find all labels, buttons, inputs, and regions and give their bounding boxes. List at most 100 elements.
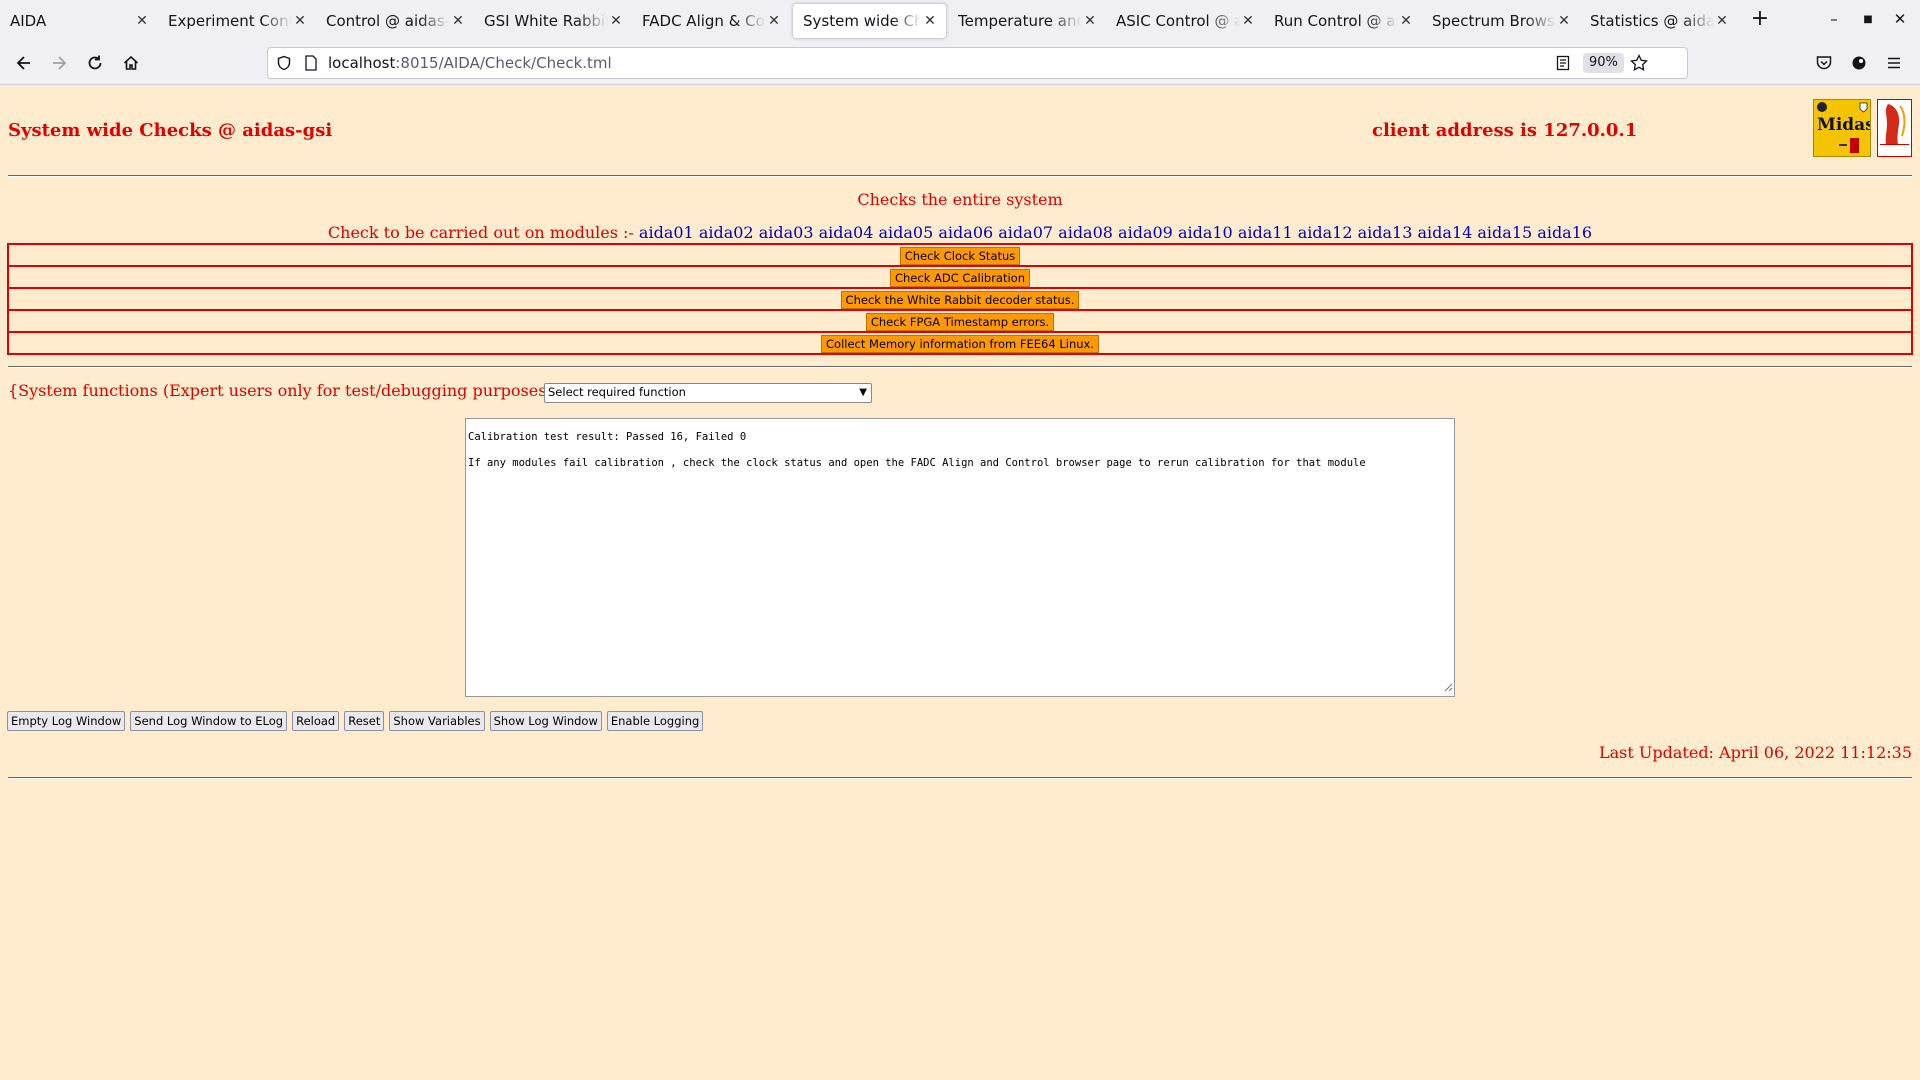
module-link-aida09[interactable]: aida09 [1118,223,1173,242]
close-icon[interactable]: ✕ [608,13,624,29]
enable-logging-button[interactable]: Enable Logging [606,711,704,731]
close-icon[interactable]: ✕ [292,13,308,29]
show-log-window-button[interactable]: Show Log Window [489,711,602,731]
log-line: Calibration test result: Passed 16, Fail… [468,431,747,443]
close-icon[interactable]: ✕ [1240,13,1256,29]
close-icon[interactable]: ✕ [1398,13,1414,29]
url-text[interactable]: localhost:8015/AIDA/Check/Check.tml [328,54,612,72]
check-adc-calibration-button[interactable]: Check ADC Calibration [889,269,1030,287]
module-link-aida06[interactable]: aida06 [938,223,993,242]
reset-button[interactable]: Reset [344,711,385,731]
tab-temperature[interactable]: Temperature and st✕ [948,3,1106,39]
resize-handle-icon[interactable] [1443,682,1453,695]
close-icon[interactable]: ✕ [1082,13,1098,29]
tab-label: Control @ aidas-gsi [326,12,450,30]
page-icon[interactable] [304,55,318,75]
module-link-aida05[interactable]: aida05 [878,223,933,242]
module-link-aida07[interactable]: aida07 [998,223,1053,242]
function-select[interactable]: Select required function ▼ [544,383,872,403]
log-controls: Empty Log Window Send Log Window to ELog… [7,711,704,731]
home-icon[interactable] [115,48,147,78]
tab-label: Temperature and st [958,12,1082,30]
tab-asic-control[interactable]: ASIC Control @ aid✕ [1106,3,1264,39]
module-link-aida12[interactable]: aida12 [1298,223,1353,242]
module-link-aida14[interactable]: aida14 [1418,223,1473,242]
client-address: client address is 127.0.0.1 [1372,120,1638,141]
window-close-icon[interactable]: ✕ [1888,10,1912,32]
log-line: If any modules fail calibration , check … [468,457,1366,469]
tcl-powered-logo [1877,99,1912,157]
extensions-icon[interactable] [1843,48,1875,78]
page-content: System wide Checks @ aidas-gsi client ad… [0,85,1920,1080]
tab-white-rabbit[interactable]: GSI White Rabbit T✕ [474,3,632,39]
tab-experiment-control[interactable]: Experiment Control✕ [158,3,316,39]
tab-statistics[interactable]: Statistics @ aidas-g✕ [1580,3,1738,39]
module-link-aida08[interactable]: aida08 [1058,223,1113,242]
pocket-icon[interactable] [1808,48,1840,78]
show-variables-button[interactable]: Show Variables [389,711,485,731]
tab-run-control[interactable]: Run Control @ aida✕ [1264,3,1422,39]
forward-arrow-icon[interactable] [43,48,75,78]
table-cell: Check Clock Status [7,243,1913,267]
tab-system-wide-checks[interactable]: System wide Check✕ [792,3,947,39]
shield-icon[interactable] [276,55,292,75]
check-clock-status-button[interactable]: Check Clock Status [899,247,1021,265]
close-icon[interactable]: ✕ [1714,13,1730,29]
tab-label: ASIC Control @ aid [1116,12,1240,30]
tab-label: Run Control @ aida [1274,12,1398,30]
modules-prefix: Check to be carried out on modules :- [327,223,639,242]
tab-label: GSI White Rabbit T [484,12,608,30]
divider [8,175,1912,177]
navigation-toolbar: localhost:8015/AIDA/Check/Check.tml 90% [0,42,1920,85]
page-title: System wide Checks @ aidas-gsi [8,120,333,141]
tab-aida[interactable]: AIDA ✕ [0,3,158,39]
tab-label: Spectrum Browser [1432,12,1556,30]
close-icon[interactable]: ✕ [766,13,782,29]
close-icon[interactable]: ✕ [134,13,150,29]
table-cell: Check FPGA Timestamp errors. [7,309,1913,333]
collect-memory-info-button[interactable]: Collect Memory information from FEE64 Li… [821,335,1099,353]
check-fpga-timestamp-button[interactable]: Check FPGA Timestamp errors. [865,313,1055,331]
close-icon[interactable]: ✕ [1556,13,1572,29]
log-window[interactable]: Calibration test result: Passed 16, Fail… [465,418,1455,697]
module-link-aida16[interactable]: aida16 [1537,223,1592,242]
tab-spectrum-browser[interactable]: Spectrum Browser✕ [1422,3,1580,39]
tab-fadc-align[interactable]: FADC Align & Cont✕ [632,3,790,39]
tab-label: System wide Check [803,12,922,30]
bookmark-star-icon[interactable] [1630,53,1648,76]
module-link-aida11[interactable]: aida11 [1238,223,1293,242]
maximize-icon[interactable]: ■ [1856,10,1880,32]
reload-button[interactable]: Reload [292,711,340,731]
url-path: :8015/AIDA/Check/Check.tml [395,54,612,72]
module-link-aida04[interactable]: aida04 [819,223,874,242]
send-log-to-elog-button[interactable]: Send Log Window to ELog [130,711,288,731]
new-tab-plus-icon[interactable]: + [1748,8,1772,32]
last-updated: Last Updated: April 06, 2022 11:12:35 [1599,743,1912,762]
module-link-aida15[interactable]: aida15 [1477,223,1532,242]
tab-control[interactable]: Control @ aidas-gsi✕ [316,3,474,39]
divider [8,777,1912,779]
svg-text:Midas: Midas [1817,115,1870,135]
minimize-icon[interactable]: – [1822,10,1846,32]
close-icon[interactable]: ✕ [450,13,466,29]
table-row: Collect Memory information from FEE64 Li… [7,331,1913,355]
reload-icon[interactable] [79,48,111,78]
table-cell: Check ADC Calibration [7,265,1913,289]
module-link-aida03[interactable]: aida03 [759,223,814,242]
close-icon[interactable]: ✕ [922,13,938,29]
module-link-aida10[interactable]: aida10 [1178,223,1233,242]
zoom-level-badge[interactable]: 90% [1583,53,1624,73]
table-row: Check Clock Status [7,243,1913,267]
check-white-rabbit-button[interactable]: Check the White Rabbit decoder status. [840,291,1080,309]
module-link-aida01[interactable]: aida01 [639,223,694,242]
chevron-down-icon: ▼ [859,387,867,398]
address-bar[interactable]: localhost:8015/AIDA/Check/Check.tml 90% [267,47,1688,79]
hamburger-menu-icon[interactable] [1878,48,1910,78]
module-link-aida13[interactable]: aida13 [1358,223,1413,242]
module-link-aida02[interactable]: aida02 [699,223,754,242]
back-arrow-icon[interactable] [8,48,40,78]
empty-log-window-button[interactable]: Empty Log Window [7,711,126,731]
tab-label: FADC Align & Cont [642,12,766,30]
midas-logo: Midas [1813,99,1875,157]
reader-view-icon[interactable] [1556,55,1570,75]
